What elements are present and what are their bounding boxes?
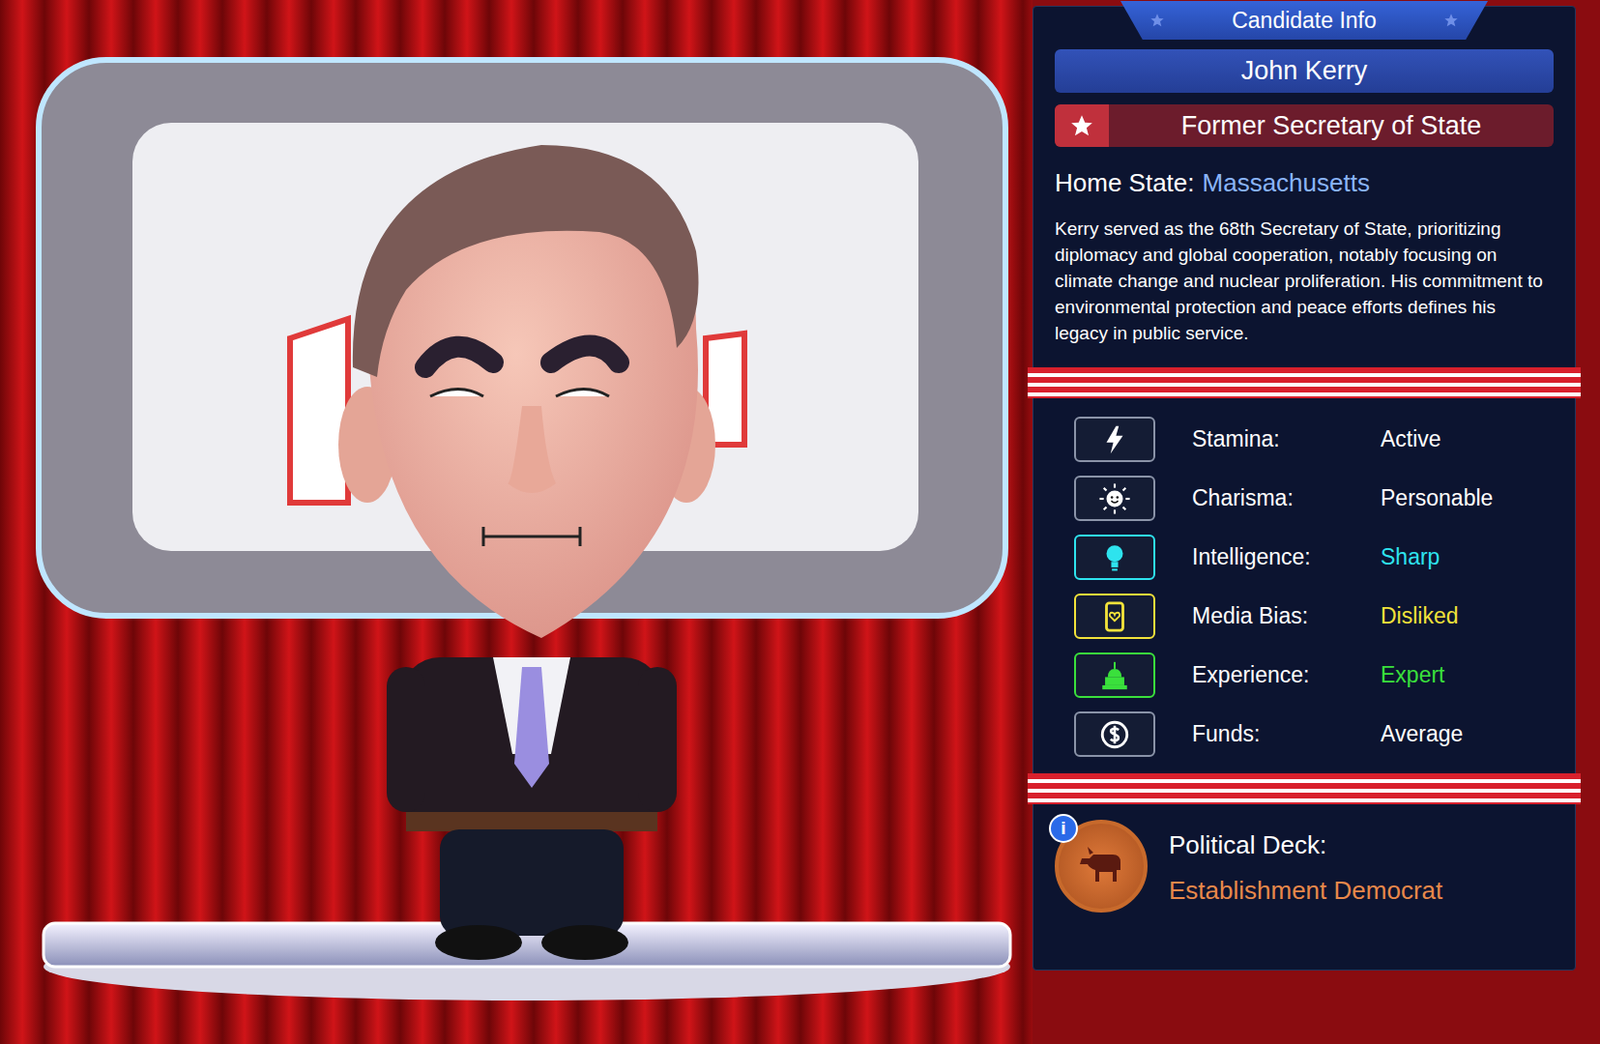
- donkey-icon: [1074, 843, 1129, 890]
- candidate-info-panel: Candidate Info John Kerry Former Secretary…: [1032, 5, 1576, 971]
- home-state-value: Massachusetts: [1202, 164, 1370, 203]
- deck-label: Political Deck:: [1168, 826, 1443, 865]
- dollar-icon: [1098, 718, 1132, 752]
- stat-value: Expert: [1380, 658, 1445, 693]
- capitol-icon: [1074, 652, 1156, 699]
- stripe-separator: [1027, 773, 1581, 805]
- stat-label: Intelligence:: [1192, 540, 1381, 575]
- candidate-name-bar: John Kerry: [1054, 49, 1554, 93]
- stage-illustration: [0, 0, 1033, 1044]
- panel-title-tab: Candidate Info: [1120, 0, 1488, 40]
- lightning-icon: [1074, 416, 1156, 463]
- stats-list: Stamina:ActiveCharisma:PersonableIntelli…: [1054, 409, 1554, 764]
- stat-label: Experience:: [1192, 658, 1381, 693]
- candidate-title-bar: Former Secretary of State: [1054, 104, 1554, 147]
- star-icon: [1069, 113, 1095, 139]
- stat-row: Stamina:Active: [1054, 409, 1554, 469]
- candidate-stage: [0, 0, 1033, 1044]
- stat-value: Average: [1380, 717, 1463, 752]
- panel-header: Candidate Info: [1054, 0, 1554, 40]
- stat-row: Experience:Expert: [1054, 645, 1554, 705]
- phone-heart-icon: [1074, 593, 1156, 640]
- home-state: Home State:Massachusetts: [1054, 164, 1554, 203]
- stat-row: Intelligence:Sharp: [1054, 527, 1554, 587]
- lightning-icon: [1098, 423, 1132, 457]
- stat-value: Disliked: [1380, 599, 1459, 634]
- political-deck: i Political Deck: Establishment Democrat: [1054, 819, 1554, 917]
- info-badge: i: [1048, 814, 1078, 844]
- deck-value: Establishment Democrat: [1168, 872, 1443, 910]
- panel-title: Candidate Info: [1231, 9, 1377, 32]
- deck-badge[interactable]: i: [1054, 819, 1152, 917]
- phone-heart-icon: [1098, 600, 1132, 634]
- stat-label: Funds:: [1192, 717, 1381, 752]
- stripe-separator: [1027, 367, 1581, 399]
- candidate-name: John Kerry: [1241, 51, 1368, 91]
- candidate-title: Former Secretary of State: [1108, 104, 1554, 147]
- stat-value: Personable: [1380, 481, 1493, 516]
- star-icon: [1443, 12, 1459, 29]
- stat-label: Stamina:: [1192, 422, 1381, 457]
- stat-value: Sharp: [1380, 540, 1440, 575]
- title-star-icon: [1054, 104, 1109, 147]
- home-state-label: Home State:: [1054, 164, 1195, 203]
- stat-row: Funds:Average: [1054, 704, 1554, 764]
- stat-value: Active: [1380, 422, 1442, 457]
- lightbulb-icon: [1098, 541, 1132, 575]
- smiley-sun-icon: [1098, 482, 1132, 516]
- candidate-bio: Kerry served as the 68th Secretary of St…: [1054, 215, 1554, 347]
- stat-row: Charisma:Personable: [1054, 468, 1554, 528]
- star-icon: [1149, 12, 1165, 29]
- stat-row: Media Bias:Disliked: [1054, 586, 1554, 646]
- star-icon: [1443, 12, 1459, 29]
- stat-label: Charisma:: [1192, 481, 1381, 516]
- dollar-icon: [1074, 711, 1156, 757]
- capitol-icon: [1098, 659, 1132, 693]
- smiley-sun-icon: [1074, 475, 1156, 522]
- deck-text: Political Deck: Establishment Democrat: [1168, 826, 1443, 910]
- star-icon: [1149, 12, 1165, 29]
- lightbulb-icon: [1074, 534, 1156, 581]
- stat-label: Media Bias:: [1192, 599, 1381, 634]
